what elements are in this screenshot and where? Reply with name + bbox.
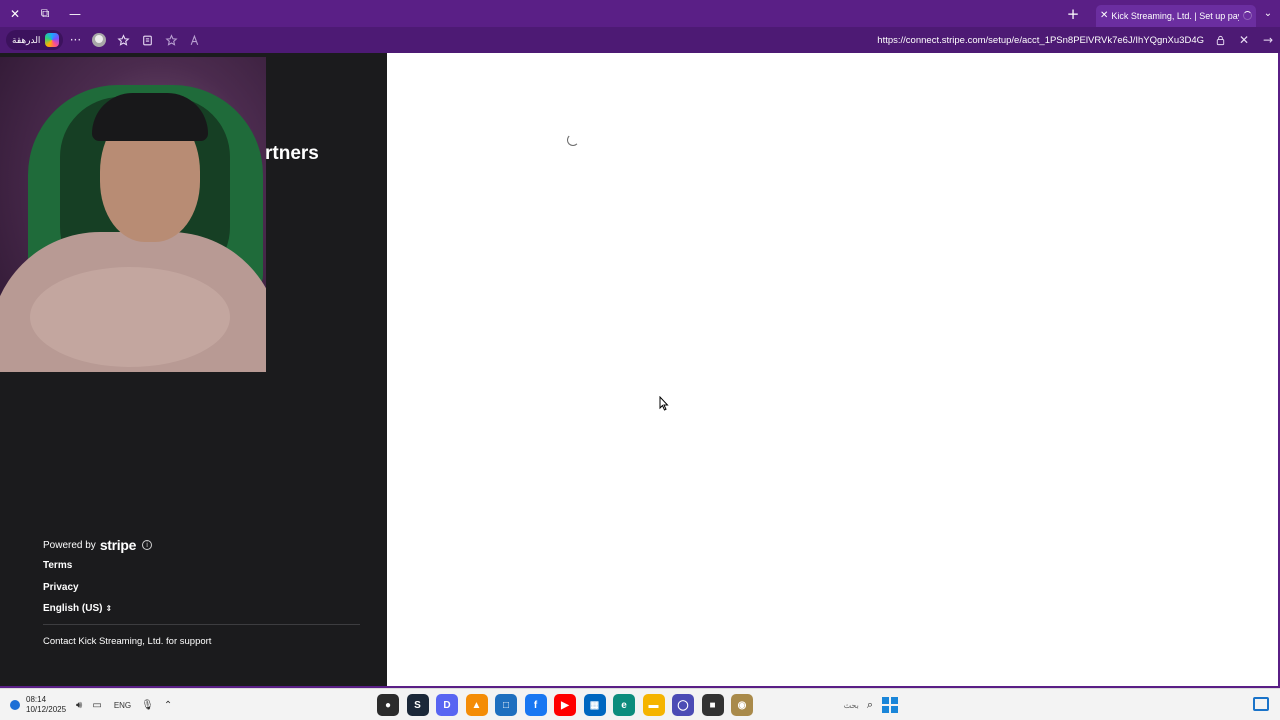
taskbar-apps: ● S D ▲ □ f ▶ ▦ e ▬ ◯ ■ ◉ bbox=[377, 693, 761, 717]
clock-date: 10/12/2025 bbox=[26, 705, 67, 714]
more-options-icon[interactable]: ··· bbox=[63, 27, 87, 53]
notification-icon[interactable] bbox=[10, 700, 20, 710]
microphone-icon[interactable]: 🎙︎ bbox=[141, 700, 154, 711]
app-recorder-icon[interactable]: ● bbox=[377, 694, 399, 716]
app-terminal-icon[interactable]: ■ bbox=[701, 694, 724, 716]
tab-title: Kick Streaming, Ltd. | Set up paym bbox=[1111, 10, 1239, 21]
network-icon[interactable]: ▭ bbox=[92, 700, 101, 711]
address-bar: الدرهقة ··· https://connect.stripe.com/s… bbox=[0, 27, 1280, 53]
collections-icon[interactable] bbox=[135, 27, 159, 53]
contact-support-text: Contact Kick Streaming, Ltd. for support bbox=[43, 636, 212, 647]
language-label: English (US) bbox=[43, 603, 103, 614]
volume-icon[interactable]: 🔊︎ bbox=[76, 700, 82, 711]
copilot-pill-label: الدرهقة bbox=[12, 34, 41, 45]
url-field[interactable]: https://connect.stripe.com/setup/e/acct_… bbox=[207, 35, 1208, 46]
app-edge-icon[interactable]: e bbox=[613, 694, 635, 716]
browser-title-bar: ✕ ⧉ — + ✕ Kick Streaming, Ltd. | Set up … bbox=[0, 0, 1280, 27]
copilot-icon bbox=[45, 33, 60, 47]
app-discord-icon[interactable]: D bbox=[436, 694, 458, 716]
language-selector[interactable]: English (US) ⇕ bbox=[43, 603, 112, 614]
powered-by-label: Powered by bbox=[43, 539, 96, 551]
main-content bbox=[387, 53, 1278, 686]
app-vlc-icon[interactable]: ▲ bbox=[465, 694, 488, 716]
app-youtube-icon[interactable]: ▶ bbox=[554, 694, 576, 716]
show-hidden-icons-icon[interactable]: ⌃ bbox=[164, 700, 172, 711]
app-files-icon[interactable]: ▬ bbox=[642, 694, 665, 716]
app-chat-icon[interactable]: ◯ bbox=[672, 694, 694, 716]
restore-window-button[interactable]: ⧉ bbox=[30, 0, 60, 27]
show-desktop-icon[interactable] bbox=[1253, 697, 1269, 711]
favorites-icon[interactable] bbox=[111, 27, 135, 53]
lock-icon[interactable] bbox=[1208, 27, 1232, 53]
tab-loading-icon bbox=[1243, 11, 1252, 20]
read-aloud-icon[interactable] bbox=[183, 27, 207, 53]
stripe-logo: stripe bbox=[99, 537, 137, 553]
taskbar-search[interactable]: بحث ⌕ bbox=[733, 694, 873, 716]
webcam-body-highlight bbox=[30, 267, 230, 367]
profile-button[interactable] bbox=[87, 27, 111, 53]
clock[interactable]: 08:14 10/12/2025 bbox=[26, 695, 66, 715]
info-icon[interactable]: i bbox=[142, 540, 153, 550]
powered-by-stripe[interactable]: Powered by stripe i bbox=[43, 537, 153, 553]
close-tab-icon[interactable]: ✕ bbox=[1100, 10, 1108, 21]
sidebar-heading: rtners bbox=[265, 143, 319, 164]
search-placeholder: بحث bbox=[843, 700, 859, 710]
terms-link[interactable]: Terms bbox=[43, 560, 72, 571]
system-tray: 08:14 10/12/2025 🔊︎ ▭ ENG 🎙︎ ⌃ bbox=[10, 689, 172, 720]
taskbar: 08:14 10/12/2025 🔊︎ ▭ ENG 🎙︎ ⌃ ● S D ▲ □ f ▶ ▦ e… bbox=[0, 688, 1280, 720]
tab-list-chevron-icon[interactable]: ⌄ bbox=[1256, 0, 1280, 27]
copilot-pill[interactable]: الدرهقة bbox=[6, 30, 64, 50]
app-facebook-icon[interactable]: f bbox=[524, 694, 547, 716]
active-tab[interactable]: ✕ Kick Streaming, Ltd. | Set up paym bbox=[1096, 4, 1256, 27]
app-steam-icon[interactable]: S bbox=[406, 694, 429, 716]
webcam-overlay bbox=[0, 57, 266, 372]
forward-arrow-icon[interactable]: → bbox=[1256, 27, 1280, 53]
start-menu-icon[interactable] bbox=[882, 697, 898, 713]
loading-spinner-icon bbox=[567, 134, 579, 146]
clock-time: 08:14 bbox=[26, 695, 47, 704]
privacy-link[interactable]: Privacy bbox=[43, 582, 79, 593]
close-window-button[interactable]: ✕ bbox=[0, 0, 30, 27]
chevron-updown-icon: ⇕ bbox=[105, 604, 113, 613]
new-tab-button[interactable]: + bbox=[1060, 0, 1086, 27]
webcam-headset bbox=[92, 93, 208, 141]
app-store-icon[interactable]: ▦ bbox=[583, 694, 606, 716]
mouse-cursor-icon bbox=[659, 396, 669, 411]
app-tool-icon[interactable]: □ bbox=[495, 694, 517, 716]
add-favorite-icon[interactable] bbox=[159, 27, 183, 53]
divider bbox=[43, 624, 360, 625]
input-language[interactable]: ENG bbox=[114, 701, 131, 710]
profile-icon bbox=[92, 33, 107, 47]
close-sidebar-icon[interactable]: ✕ bbox=[1232, 27, 1256, 53]
search-icon: ⌕ bbox=[866, 698, 873, 711]
minimize-window-button[interactable]: — bbox=[60, 0, 90, 27]
